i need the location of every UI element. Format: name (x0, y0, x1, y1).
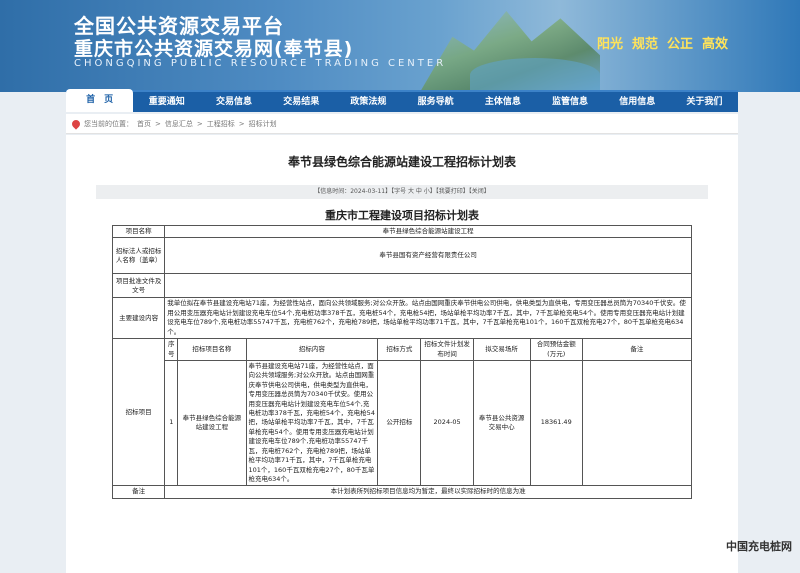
breadcrumb-link[interactable]: 信息汇总 (165, 114, 193, 134)
content-label: 主要建设内容 (111, 297, 166, 340)
column-header: 合同预估金额(万元) (529, 338, 583, 361)
remark-value: 本计划表所列招标项目信息均为暂定，最终以实际招标时的信息为准 (164, 485, 692, 499)
column-header: 序号 (164, 338, 179, 361)
remark-label: 备注 (111, 485, 166, 499)
nav-entities[interactable]: 主体信息 (469, 92, 536, 112)
column-header: 拟交易场所 (472, 338, 531, 361)
location-pin-icon (70, 117, 82, 130)
nav-trade-results[interactable]: 交易结果 (268, 92, 335, 112)
tenderer-value: 奉节县国有资产经营有限责任公司 (164, 237, 692, 275)
table-row: 招标项目 序号 招标项目名称 招标内容 招标方式 招标文件计划发布时间 拟交易场… (111, 338, 693, 487)
page-title: 奉节县绿色综合能源站建设工程招标计划表 (287, 155, 516, 169)
nav-home[interactable]: 首 页 (66, 89, 134, 112)
table-row: 项目名称 奉节县绿色综合能源站建设工程 (111, 224, 692, 239)
project-name-value: 奉节县绿色综合能源站建设工程 (164, 224, 692, 239)
tenderer-label: 招标法人或招标人名称（盖章） (111, 237, 166, 275)
site-header: 全国公共资源交易平台 重庆市公共资源交易网(奉节县) CHONGQING PUB… (0, 0, 800, 92)
tender-plan-table: 项目名称 奉节县绿色综合能源站建设工程 招标法人或招标人名称（盖章） 奉节县国有… (111, 224, 693, 499)
column-header: 招标方式 (377, 338, 422, 361)
slogan-item: 公正 (666, 37, 693, 52)
row-time: 2024-05 (420, 359, 474, 487)
table-row: 1 奉节县绿色综合能源站建设工程 奉节县建设充电站71座，为经营性站点，面向公共… (113, 359, 693, 487)
column-header: 招标文件计划发布时间 (420, 338, 474, 361)
row-content: 奉节县建设充电站71座，为经营性站点，面向公共领域服务;对公众开放。站点由国网重… (245, 359, 379, 487)
slogan-item: 高效 (701, 37, 728, 52)
nav-notices[interactable]: 重要通知 (133, 92, 200, 112)
article-content: 奉节县绿色综合能源站建设工程招标计划表 【信息时间：2024-03-11】【字号… (66, 135, 738, 573)
breadcrumb-prefix: 您当前的位置： (84, 119, 133, 128)
table-row: 项目批准文件及文号 (111, 273, 692, 299)
breadcrumb-sep: > (155, 119, 161, 128)
breadcrumb-current[interactable]: 招标计划 (249, 114, 277, 134)
nav-supervision[interactable]: 监管信息 (536, 92, 603, 112)
column-header: 备注 (581, 338, 693, 361)
section-label: 招标项目 (111, 338, 166, 487)
slogan-item: 规范 (631, 37, 658, 52)
project-name-label: 项目名称 (111, 224, 166, 239)
breadcrumb-sep: > (196, 119, 203, 128)
article-info-bar: 【信息时间：2024-03-11】【字号 大 中 小】【我要打印】【关闭】 (96, 185, 708, 199)
column-header: 招标项目名称 (177, 338, 247, 361)
approval-value (164, 273, 692, 299)
approval-label: 项目批准文件及文号 (111, 273, 166, 299)
nav-trade-info[interactable]: 交易信息 (200, 92, 267, 112)
site-title-en: CHONGQING PUBLIC RESOURCE TRADING CENTER (74, 58, 447, 69)
content-value: 我单位拟在奉节县建设充电站71座，为经营性站点，面向公共领域服务;对公众开放。站… (164, 297, 692, 340)
table-title: 重庆市工程建设项目招标计划表 (325, 209, 479, 222)
row-note (581, 359, 693, 487)
row-project-name: 奉节县绿色综合能源站建设工程 (177, 359, 247, 487)
header-river (470, 58, 600, 92)
nav-credit[interactable]: 信用信息 (604, 92, 671, 112)
slogan: 阳光 规范 公正 高效 (597, 33, 728, 52)
row-place: 奉节县公共资源交易中心 (472, 359, 531, 487)
nav-about[interactable]: 关于我们 (671, 92, 738, 112)
nav-service-guide[interactable]: 服务导航 (402, 92, 469, 112)
site-subtitle: 重庆市公共资源交易网(奉节县) (74, 38, 354, 60)
table-row: 备注 本计划表所列招标项目信息均为暂定，最终以实际招标时的信息为准 (111, 485, 692, 499)
breadcrumb: 您当前的位置： 首页 > 信息汇总 > 工程招标 > 招标计划 (66, 114, 738, 134)
row-amount: 18361.49 (529, 359, 583, 487)
site-watermark: 中国充电桩网 (726, 540, 792, 553)
main-nav: 首 页 重要通知 交易信息 交易结果 政策法规 服务导航 主体信息 监管信息 信… (66, 89, 738, 112)
table-row: 招标法人或招标人名称（盖章） 奉节县国有资产经营有限责任公司 (111, 237, 692, 275)
slogan-item: 阳光 (596, 37, 623, 52)
column-header: 招标内容 (245, 338, 379, 361)
breadcrumb-link[interactable]: 首页 (137, 114, 151, 134)
table-row: 主要建设内容 我单位拟在奉节县建设充电站71座，为经营性站点，面向公共领域服务;… (111, 297, 692, 340)
breadcrumb-sep: > (238, 119, 245, 128)
row-method: 公开招标 (377, 359, 422, 487)
breadcrumb-link[interactable]: 工程招标 (207, 114, 235, 134)
row-number: 1 (164, 359, 179, 487)
nav-policies[interactable]: 政策法规 (335, 92, 402, 112)
